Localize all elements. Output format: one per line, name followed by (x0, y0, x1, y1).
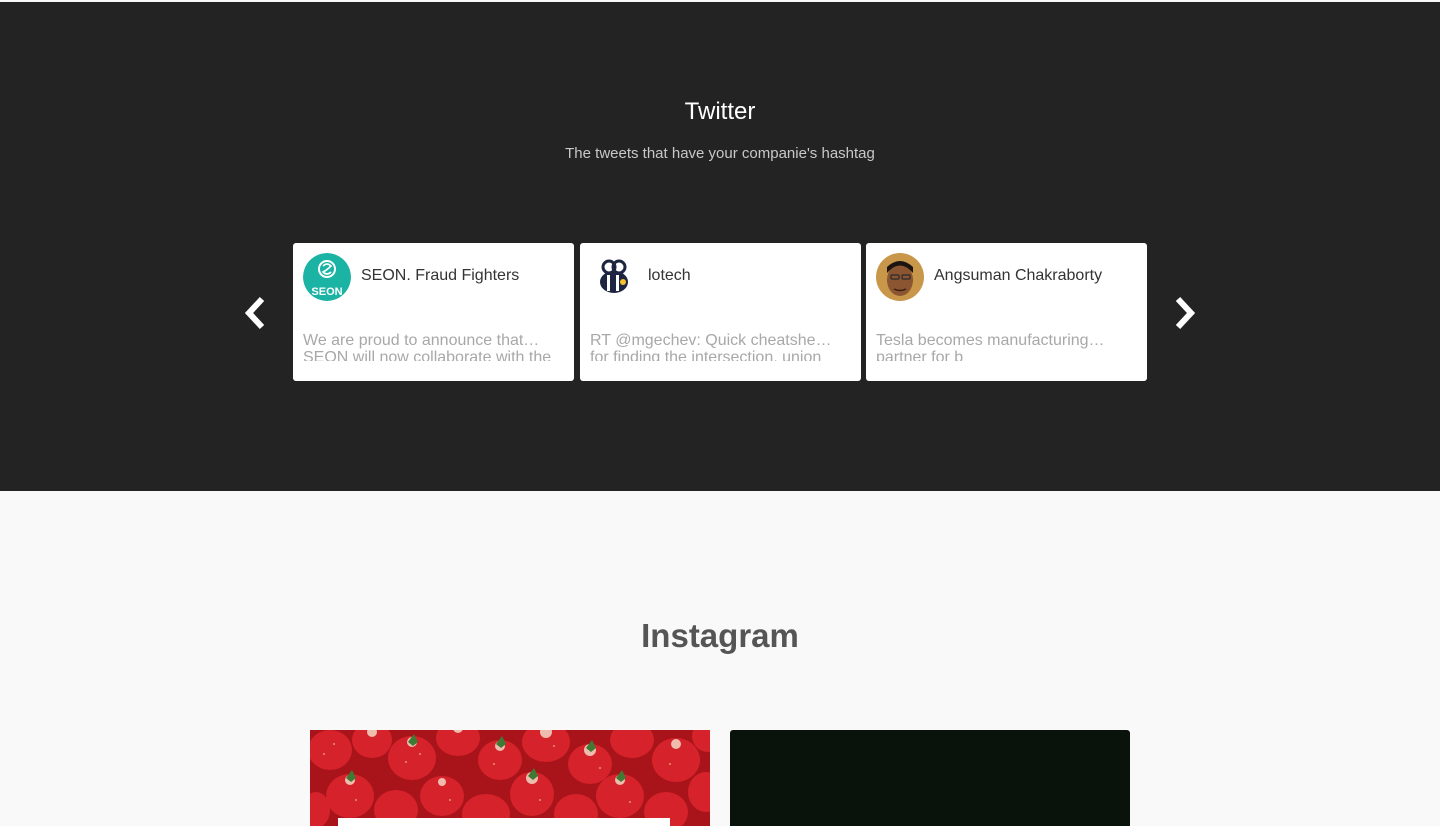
tweet-author[interactable]: Angsuman Chakraborty (934, 267, 1102, 285)
instagram-caption-box (338, 818, 670, 826)
tweet-card[interactable]: lotech RT @mgechev: Quick cheatsheet… fo… (580, 243, 861, 381)
tweet-card[interactable]: SEON SEON. Fraud Fighters We are proud t… (293, 243, 574, 381)
twitter-subtitle: The tweets that have your companie's has… (565, 145, 875, 162)
instagram-title: Instagram (641, 617, 799, 654)
tweet-card[interactable]: Angsuman Chakraborty Tesla becomes manuf… (866, 243, 1147, 381)
twitter-title: Twitter (684, 98, 756, 125)
twitter-section: Twitter The tweets that have your compan… (0, 2, 1440, 491)
instagram-post[interactable] (310, 730, 710, 826)
svg-text:SEON: SEON (311, 286, 342, 298)
chevron-left-icon (242, 296, 270, 335)
avatar (590, 253, 638, 301)
carousel-prev-button[interactable] (242, 295, 270, 331)
tweet-text: We are proud to announce that… SEON will… (303, 332, 552, 361)
tweet-author[interactable]: lotech (648, 267, 691, 285)
tweet-text: RT @mgechev: Quick cheatsheet… for findi… (590, 332, 840, 361)
instagram-post[interactable] (730, 730, 1130, 826)
avatar: SEON (303, 253, 351, 301)
chevron-right-icon (1170, 296, 1198, 335)
instagram-photo (310, 730, 710, 826)
tweet-author[interactable]: SEON. Fraud Fighters (361, 267, 519, 285)
avatar (876, 253, 924, 301)
carousel-next-button[interactable] (1170, 295, 1198, 331)
tweet-text: Tesla becomes manufacturing… partner for… (876, 332, 1105, 361)
